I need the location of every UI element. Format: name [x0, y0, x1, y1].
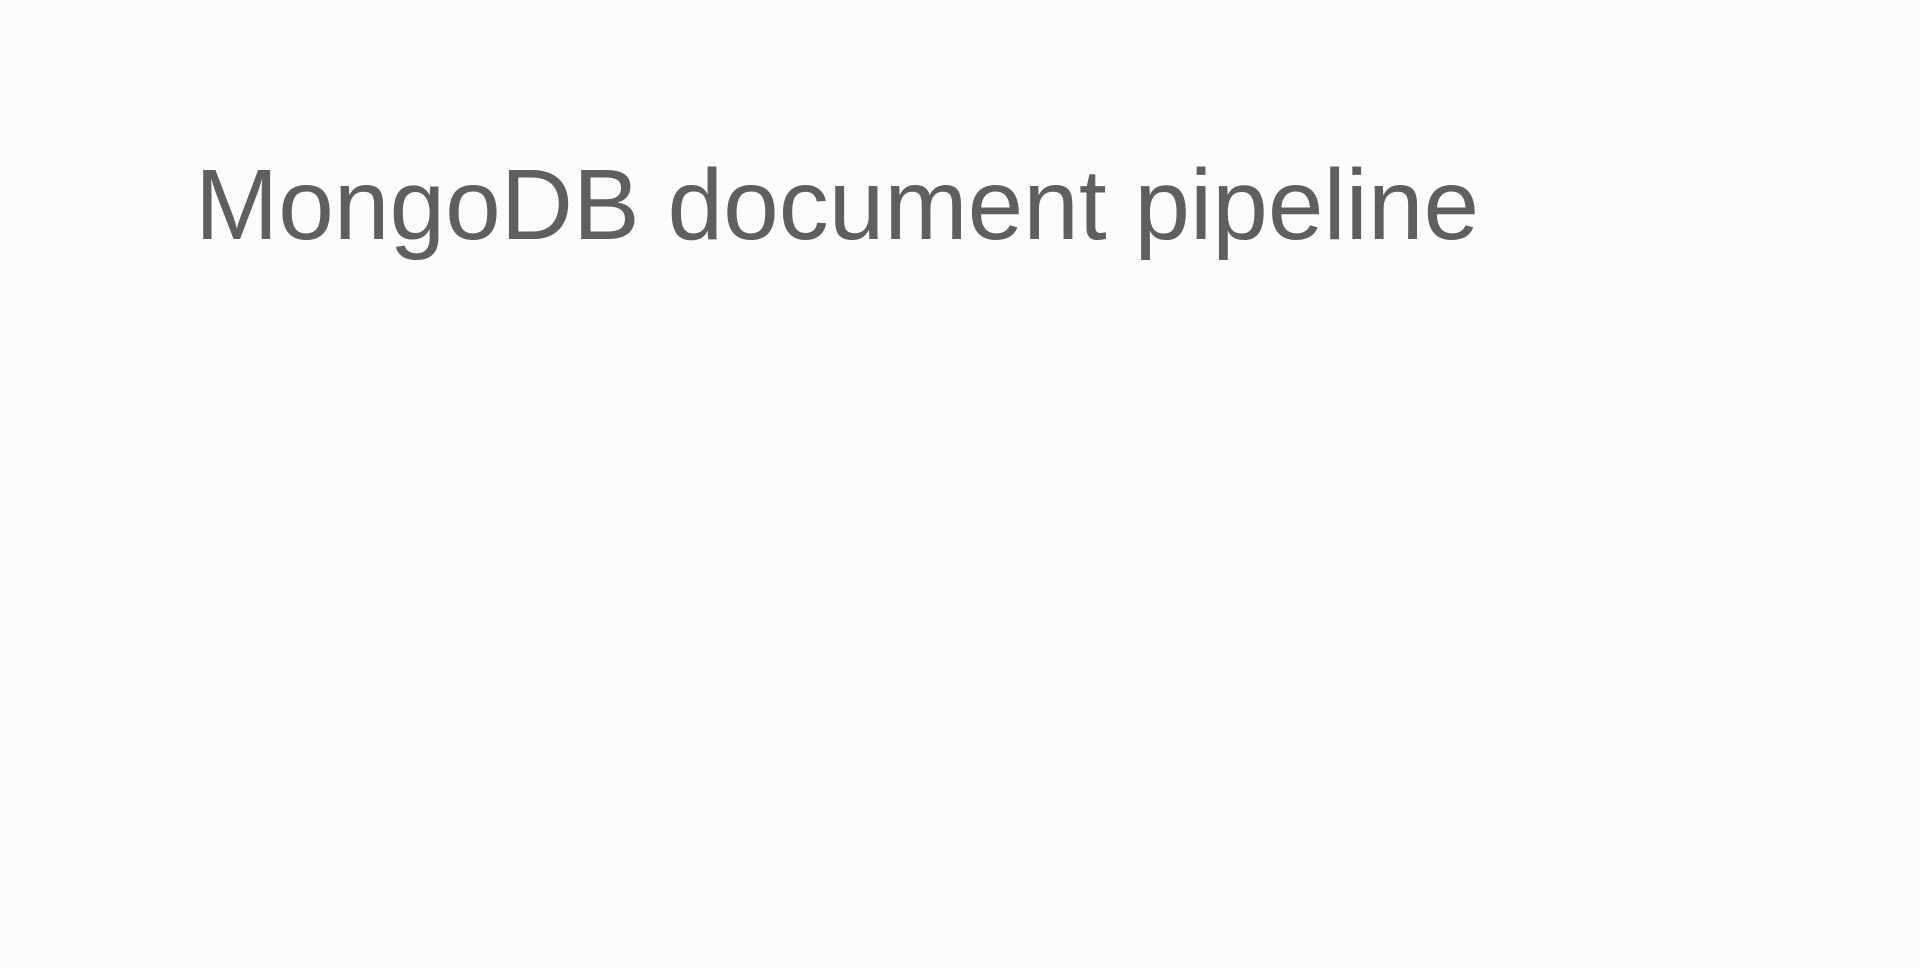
- slide-title: MongoDB document pipeline: [195, 145, 1479, 265]
